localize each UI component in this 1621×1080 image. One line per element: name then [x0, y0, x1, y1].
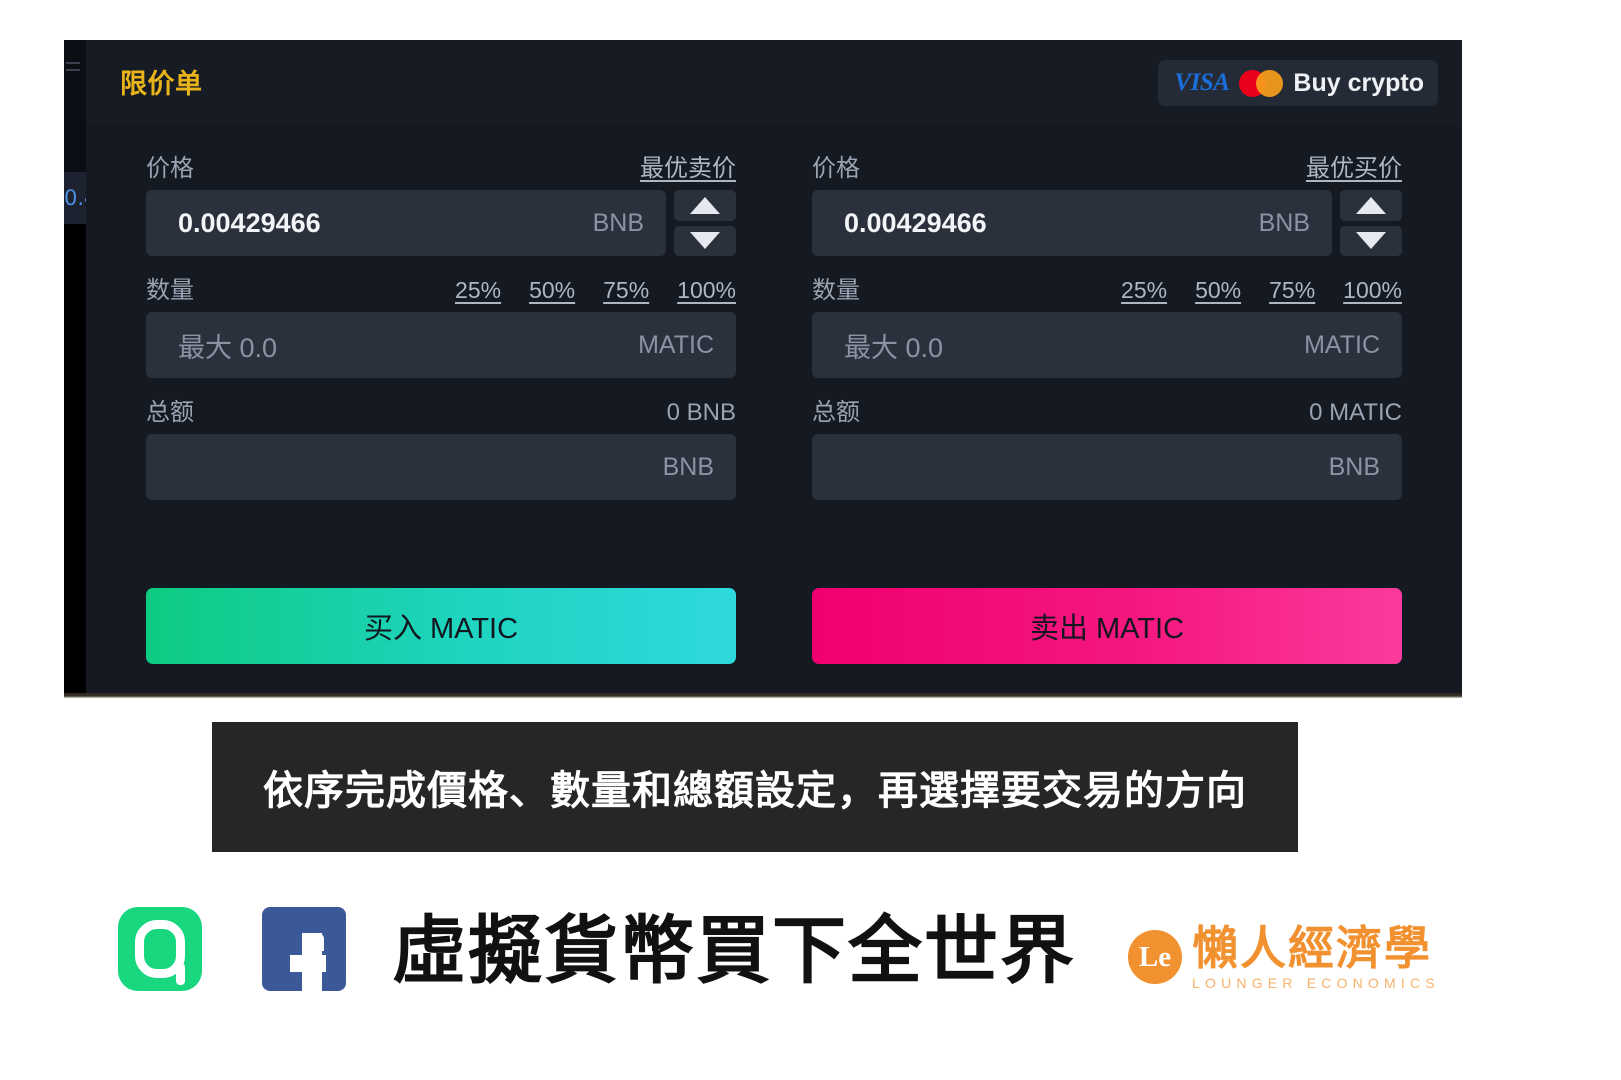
- buy-amount-input[interactable]: 最大 0.0 MATIC: [146, 312, 736, 378]
- buy-order-form: 价格 最优卖价 0.00429466 BNB 数量 25% 50% 75% 10…: [86, 124, 774, 698]
- buy-amount-unit: MATIC: [638, 330, 714, 359]
- sell-price-stepper: [1340, 190, 1402, 256]
- edge-partial-price: 0.4: [64, 172, 86, 224]
- buy-pct-50[interactable]: 50%: [529, 277, 575, 304]
- sell-order-form: 价格 最优买价 0.00429466 BNB 数量 25% 50% 75% 10…: [774, 124, 1462, 698]
- buy-price-value: 0.00429466: [178, 207, 321, 238]
- buy-pct-75[interactable]: 75%: [603, 277, 649, 304]
- sell-total-unit: BNB: [1328, 452, 1380, 481]
- order-type-title: 限价单: [120, 69, 203, 99]
- buy-price-decrement-button[interactable]: [674, 225, 736, 256]
- buy-amount-label: 数量: [146, 277, 194, 304]
- sell-amount-row-label: 数量 25% 50% 75% 100%: [812, 270, 1402, 304]
- order-forms: 价格 最优卖价 0.00429466 BNB 数量 25% 50% 75% 10…: [86, 124, 1462, 698]
- lounger-economics-logo: Le 懶人經濟學 LOUNGER ECONOMICS: [1128, 923, 1440, 991]
- caret-down-icon: [690, 232, 720, 250]
- brand-name-en: LOUNGER ECONOMICS: [1192, 975, 1440, 991]
- buy-price-stepper: [674, 190, 736, 256]
- sell-price-unit: BNB: [1258, 208, 1310, 237]
- caret-up-icon: [1356, 196, 1386, 214]
- panel-bottom-edge: [64, 693, 1462, 698]
- le-mark-icon: Le: [1128, 930, 1182, 984]
- edge-dark-strip: [64, 224, 86, 698]
- sell-total-value: 0 MATIC: [1309, 399, 1402, 426]
- caret-up-icon: [690, 196, 720, 214]
- sell-pct-25[interactable]: 25%: [1121, 277, 1167, 304]
- sell-amount-input[interactable]: 最大 0.0 MATIC: [812, 312, 1402, 378]
- hamburger-icon[interactable]: [66, 62, 80, 71]
- sell-pct-75[interactable]: 75%: [1269, 277, 1315, 304]
- sell-amount-field-wrap: 最大 0.0 MATIC: [812, 312, 1402, 378]
- sell-amount-unit: MATIC: [1304, 330, 1380, 359]
- buy-price-input[interactable]: 0.00429466 BNB: [146, 190, 666, 256]
- sell-amount-placeholder: 最大 0.0: [844, 332, 944, 363]
- sell-matic-button[interactable]: 卖出 MATIC: [812, 588, 1402, 664]
- panel-left-edge-strip: 0.4: [64, 40, 86, 698]
- best-ask-link[interactable]: 最优卖价: [640, 148, 736, 183]
- buy-pct-100[interactable]: 100%: [677, 277, 736, 304]
- buy-amount-row-label: 数量 25% 50% 75% 100%: [146, 270, 736, 304]
- caption-bar: 依序完成價格、數量和總額設定，再選擇要交易的方向: [212, 722, 1298, 852]
- buy-total-input[interactable]: BNB: [146, 434, 736, 500]
- buy-price-increment-button[interactable]: [674, 190, 736, 221]
- app-logo-icon: [118, 907, 202, 991]
- buy-crypto-button[interactable]: VISA Buy crypto: [1158, 60, 1438, 106]
- buy-price-field-wrap: 0.00429466 BNB: [146, 190, 736, 256]
- sell-price-label: 价格: [812, 155, 860, 182]
- buy-amount-field-wrap: 最大 0.0 MATIC: [146, 312, 736, 378]
- sell-price-increment-button[interactable]: [1340, 190, 1402, 221]
- sell-total-row-label: 总额 0 MATIC: [812, 392, 1402, 426]
- buy-total-field-wrap: BNB: [146, 434, 736, 500]
- sell-total-label: 总额: [812, 399, 860, 426]
- sell-pct-100[interactable]: 100%: [1343, 277, 1402, 304]
- best-bid-link[interactable]: 最优买价: [1306, 148, 1402, 183]
- sell-price-row-label: 价格 最优买价: [812, 148, 1402, 182]
- sell-pct-50[interactable]: 50%: [1195, 277, 1241, 304]
- sell-total-input[interactable]: BNB: [812, 434, 1402, 500]
- buy-pct-25[interactable]: 25%: [455, 277, 501, 304]
- buy-total-unit: BNB: [662, 452, 714, 481]
- caption-text: 依序完成價格、數量和總額設定，再選擇要交易的方向: [263, 768, 1247, 814]
- footer-branding: 虛擬貨幣買下全世界 Le 懶人經濟學 LOUNGER ECONOMICS: [0, 895, 1621, 1045]
- mastercard-icon: [1239, 69, 1284, 97]
- sell-percentage-group: 25% 50% 75% 100%: [1121, 277, 1402, 304]
- buy-matic-button[interactable]: 买入 MATIC: [146, 588, 736, 664]
- buy-total-label: 总额: [146, 399, 194, 426]
- trading-panel-screenshot: 0.4 限价单 VISA Buy crypto 价格 最优卖价 0.004294…: [64, 40, 1462, 698]
- buy-price-unit: BNB: [592, 208, 644, 237]
- panel-header: 限价单 VISA Buy crypto: [86, 40, 1462, 124]
- buy-amount-placeholder: 最大 0.0: [178, 332, 278, 363]
- sell-price-field-wrap: 0.00429466 BNB: [812, 190, 1402, 256]
- buy-total-value: 0 BNB: [666, 399, 736, 426]
- sell-total-field-wrap: BNB: [812, 434, 1402, 500]
- buy-percentage-group: 25% 50% 75% 100%: [455, 277, 736, 304]
- buy-price-row-label: 价格 最优卖价: [146, 148, 736, 182]
- sell-price-input[interactable]: 0.00429466 BNB: [812, 190, 1332, 256]
- visa-icon: VISA: [1174, 69, 1230, 96]
- brand-name-cn: 懶人經濟學: [1192, 921, 1432, 975]
- footer-headline: 虛擬貨幣買下全世界: [392, 908, 1076, 994]
- sell-price-decrement-button[interactable]: [1340, 225, 1402, 256]
- facebook-icon: [262, 907, 346, 991]
- buy-total-row-label: 总额 0 BNB: [146, 392, 736, 426]
- sell-price-value: 0.00429466: [844, 207, 987, 238]
- buy-price-label: 价格: [146, 155, 194, 182]
- sell-amount-label: 数量: [812, 277, 860, 304]
- buy-crypto-label: Buy crypto: [1293, 68, 1424, 97]
- caret-down-icon: [1356, 232, 1386, 250]
